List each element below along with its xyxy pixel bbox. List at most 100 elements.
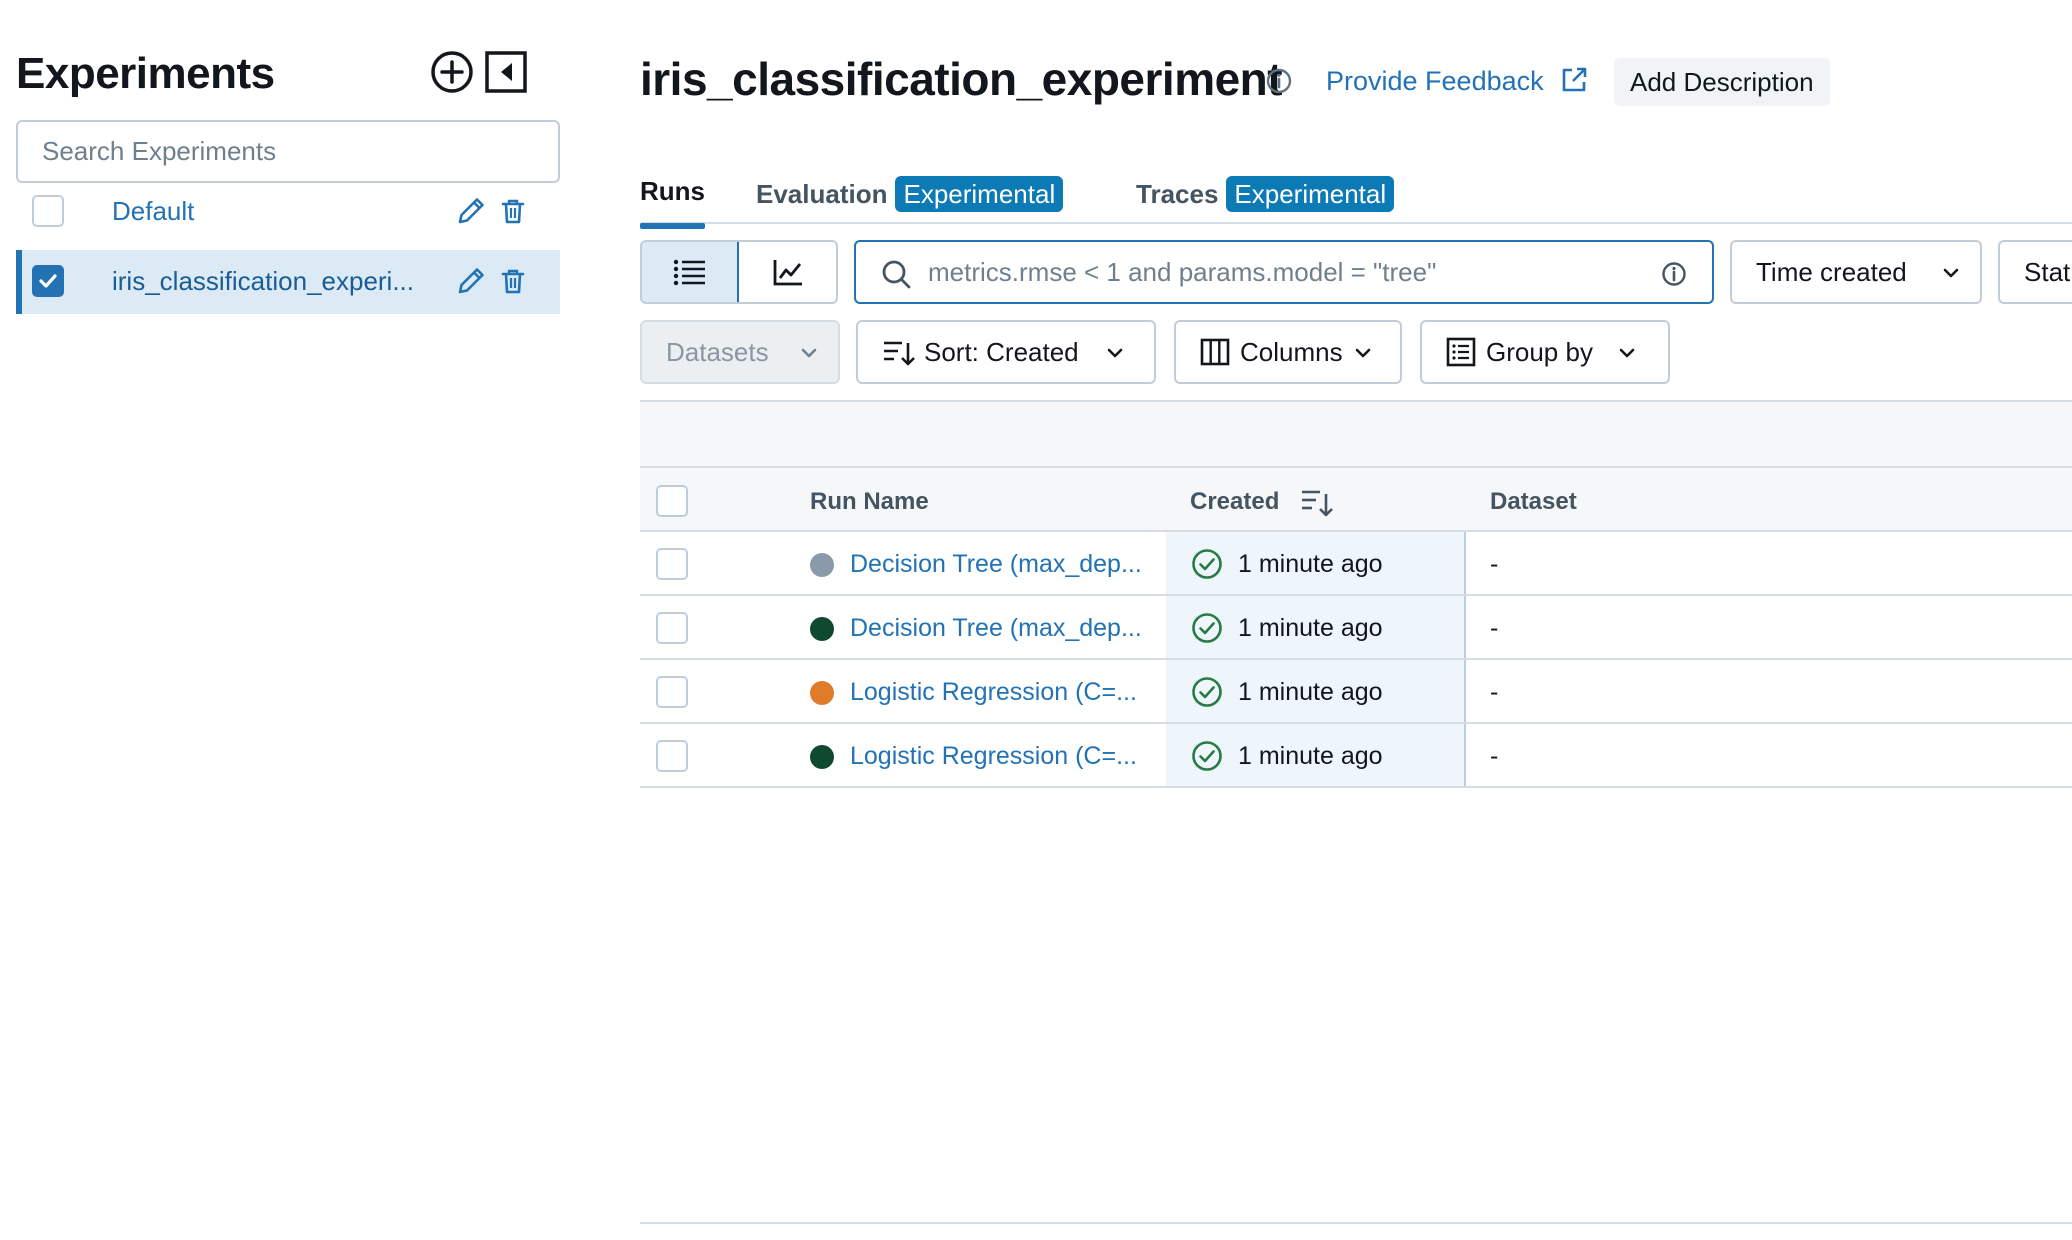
status-dropdown[interactable]: Stat bbox=[1998, 240, 2072, 304]
dataset-value: - bbox=[1490, 614, 1499, 642]
table-row[interactable]: Logistic Regression (C=... 1 minute ago … bbox=[640, 660, 2072, 724]
table-row[interactable]: Decision Tree (max_dep... 1 minute ago - bbox=[640, 532, 2072, 596]
row-checkbox[interactable] bbox=[656, 740, 688, 772]
checkmark-icon bbox=[39, 274, 57, 288]
experiment-checkbox[interactable] bbox=[32, 195, 64, 227]
created-cell: 1 minute ago bbox=[1166, 724, 1466, 786]
tab-label: Evaluation bbox=[756, 178, 888, 209]
trash-icon[interactable] bbox=[498, 196, 528, 226]
experiments-sidebar: Experiments Default bbox=[0, 0, 560, 1240]
view-mode-toggle bbox=[640, 240, 838, 304]
dropdown-label: Time created bbox=[1756, 256, 1907, 287]
runs-search-input[interactable] bbox=[928, 252, 1628, 292]
success-check-icon bbox=[1192, 677, 1222, 707]
run-color-dot[interactable] bbox=[810, 617, 834, 641]
experimental-badge: Experimental bbox=[1226, 176, 1395, 212]
column-header-created[interactable]: Created bbox=[1190, 488, 1279, 516]
run-name-link[interactable]: Decision Tree (max_dep... bbox=[850, 550, 1142, 579]
list-icon bbox=[673, 259, 705, 286]
external-link-icon[interactable] bbox=[1558, 64, 1590, 96]
columns-icon bbox=[1200, 338, 1230, 366]
sort-dropdown[interactable]: Sort: Created bbox=[856, 320, 1156, 384]
column-header-dataset[interactable]: Dataset bbox=[1490, 488, 1577, 516]
group-by-dropdown[interactable]: Group by bbox=[1420, 320, 1670, 384]
search-icon bbox=[882, 260, 911, 289]
success-check-icon bbox=[1192, 549, 1222, 579]
table-row[interactable]: Decision Tree (max_dep... 1 minute ago - bbox=[640, 596, 2072, 660]
created-cell: 1 minute ago bbox=[1166, 660, 1466, 722]
chevron-down-icon bbox=[801, 348, 817, 358]
sidebar-item-default[interactable]: Default bbox=[16, 180, 560, 244]
sort-icon bbox=[884, 341, 915, 366]
run-color-dot[interactable] bbox=[810, 681, 834, 705]
sidebar-collapse-icon bbox=[485, 51, 527, 93]
experiment-name-link[interactable]: Default bbox=[112, 196, 194, 227]
collapse-sidebar-button[interactable] bbox=[482, 48, 530, 96]
create-experiment-button[interactable] bbox=[428, 48, 476, 96]
tab-traces[interactable]: Traces Experimental bbox=[1136, 176, 1395, 212]
chevron-down-icon bbox=[1619, 348, 1635, 358]
experiment-search-input[interactable] bbox=[16, 120, 560, 183]
dropdown-label: Group by bbox=[1486, 336, 1593, 367]
line-chart-icon bbox=[773, 260, 802, 286]
experimental-badge: Experimental bbox=[895, 176, 1064, 212]
dropdown-label: Datasets bbox=[666, 336, 769, 367]
experiment-name-link[interactable]: iris_classification_experi... bbox=[112, 266, 414, 297]
dataset-value: - bbox=[1490, 742, 1499, 770]
table-footer-divider bbox=[640, 1222, 2072, 1224]
chevron-down-icon bbox=[1107, 348, 1123, 358]
experiment-checkbox-checked[interactable] bbox=[32, 265, 64, 297]
provide-feedback-link[interactable]: Provide Feedback bbox=[1326, 66, 1544, 97]
success-check-icon bbox=[1192, 613, 1222, 643]
runs-search-box bbox=[854, 240, 1714, 304]
success-check-icon bbox=[1192, 741, 1222, 771]
sort-descending-icon[interactable] bbox=[1300, 486, 1334, 518]
group-list-icon bbox=[1446, 337, 1476, 367]
row-checkbox[interactable] bbox=[656, 612, 688, 644]
select-all-checkbox[interactable] bbox=[656, 485, 688, 517]
dropdown-label: Sort: Created bbox=[924, 336, 1079, 367]
plus-circle-icon bbox=[431, 51, 473, 93]
created-cell: 1 minute ago bbox=[1166, 532, 1466, 594]
runs-table: Run Name Created Dataset Decision Tree (… bbox=[640, 466, 2072, 788]
datasets-dropdown[interactable]: Datasets bbox=[640, 320, 840, 384]
column-header-run-name[interactable]: Run Name bbox=[810, 488, 929, 516]
info-icon[interactable] bbox=[1660, 260, 1688, 288]
dataset-value: - bbox=[1490, 678, 1499, 706]
created-time: 1 minute ago bbox=[1238, 742, 1383, 770]
run-name-link[interactable]: Logistic Regression (C=... bbox=[850, 678, 1137, 707]
table-row[interactable]: Logistic Regression (C=... 1 minute ago … bbox=[640, 724, 2072, 788]
run-color-dot[interactable] bbox=[810, 553, 834, 577]
row-checkbox[interactable] bbox=[656, 548, 688, 580]
table-view-button[interactable] bbox=[642, 242, 740, 302]
run-name-link[interactable]: Logistic Regression (C=... bbox=[850, 742, 1137, 771]
sidebar-item-iris-classification[interactable]: iris_classification_experi... bbox=[16, 250, 560, 314]
trash-icon[interactable] bbox=[498, 266, 528, 296]
run-color-dot[interactable] bbox=[810, 745, 834, 769]
tab-label: Runs bbox=[640, 176, 705, 206]
sidebar-title: Experiments bbox=[16, 49, 275, 98]
run-name-link[interactable]: Decision Tree (max_dep... bbox=[850, 614, 1142, 643]
dataset-value: - bbox=[1490, 550, 1499, 578]
experiment-main: iris_classification_experiment Provide F… bbox=[640, 0, 2072, 1240]
page-title: iris_classification_experiment bbox=[640, 53, 1283, 105]
table-body: Decision Tree (max_dep... 1 minute ago -… bbox=[640, 532, 2072, 788]
edit-pencil-icon[interactable] bbox=[454, 194, 488, 228]
row-checkbox[interactable] bbox=[656, 676, 688, 708]
created-time: 1 minute ago bbox=[1238, 614, 1383, 642]
columns-dropdown[interactable]: Columns bbox=[1174, 320, 1402, 384]
edit-pencil-icon[interactable] bbox=[454, 264, 488, 298]
created-time: 1 minute ago bbox=[1238, 678, 1383, 706]
dropdown-label: Columns bbox=[1240, 336, 1343, 367]
experiment-tabs: Runs Evaluation Experimental Traces Expe… bbox=[640, 170, 2072, 229]
chart-view-button[interactable] bbox=[739, 242, 836, 302]
dropdown-label: Stat bbox=[2024, 256, 2071, 287]
tab-evaluation[interactable]: Evaluation Experimental bbox=[756, 176, 1064, 212]
add-description-button[interactable]: Add Description bbox=[1614, 58, 1830, 106]
chevron-down-icon bbox=[1355, 348, 1371, 358]
created-time: 1 minute ago bbox=[1238, 550, 1383, 578]
time-created-dropdown[interactable]: Time created bbox=[1730, 240, 1982, 304]
info-icon[interactable] bbox=[1264, 66, 1294, 96]
tab-label: Traces bbox=[1136, 178, 1219, 209]
tab-runs[interactable]: Runs bbox=[640, 176, 705, 229]
